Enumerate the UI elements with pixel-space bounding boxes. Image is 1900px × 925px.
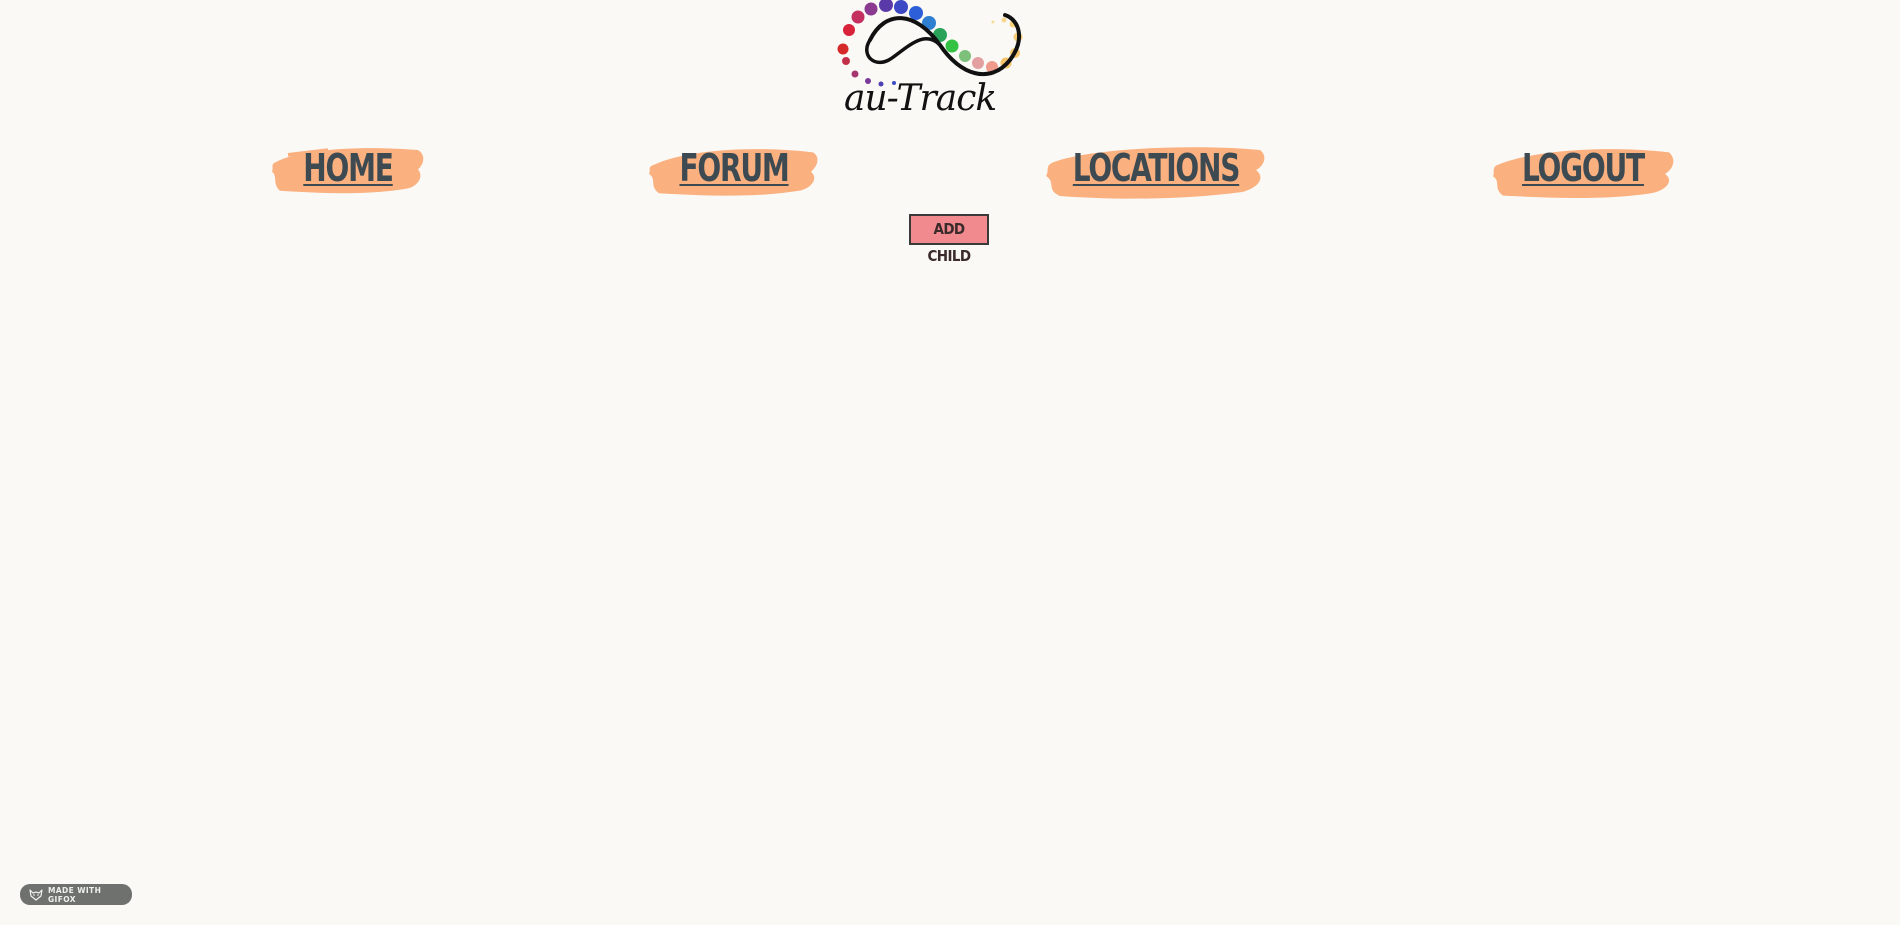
nav-locations-link[interactable]: LOCATIONS [1042, 138, 1270, 210]
made-with-gifox-badge[interactable]: MADE WITH GIFOX [20, 884, 132, 905]
add-child-button[interactable]: ADD CHILD [909, 214, 989, 265]
gifox-badge-label: MADE WITH GIFOX [47, 885, 102, 904]
page: au-Track HOME FORUM LOCATIONS LOGOUT ADD… [0, 0, 1900, 925]
au-track-logo: au-Track [837, 0, 1023, 119]
nav-home-label: HOME [303, 146, 394, 190]
nav-home-link[interactable]: HOME [268, 138, 428, 210]
nav-logout-link[interactable]: LOGOUT [1489, 138, 1677, 210]
nav-logout-label: LOGOUT [1522, 146, 1645, 190]
nav-locations-label: LOCATIONS [1072, 146, 1241, 190]
nav-forum-link[interactable]: FORUM [645, 138, 823, 210]
nav-forum-label: FORUM [679, 146, 789, 190]
logo-text: au-Track [844, 78, 996, 119]
gifox-icon [29, 888, 43, 901]
